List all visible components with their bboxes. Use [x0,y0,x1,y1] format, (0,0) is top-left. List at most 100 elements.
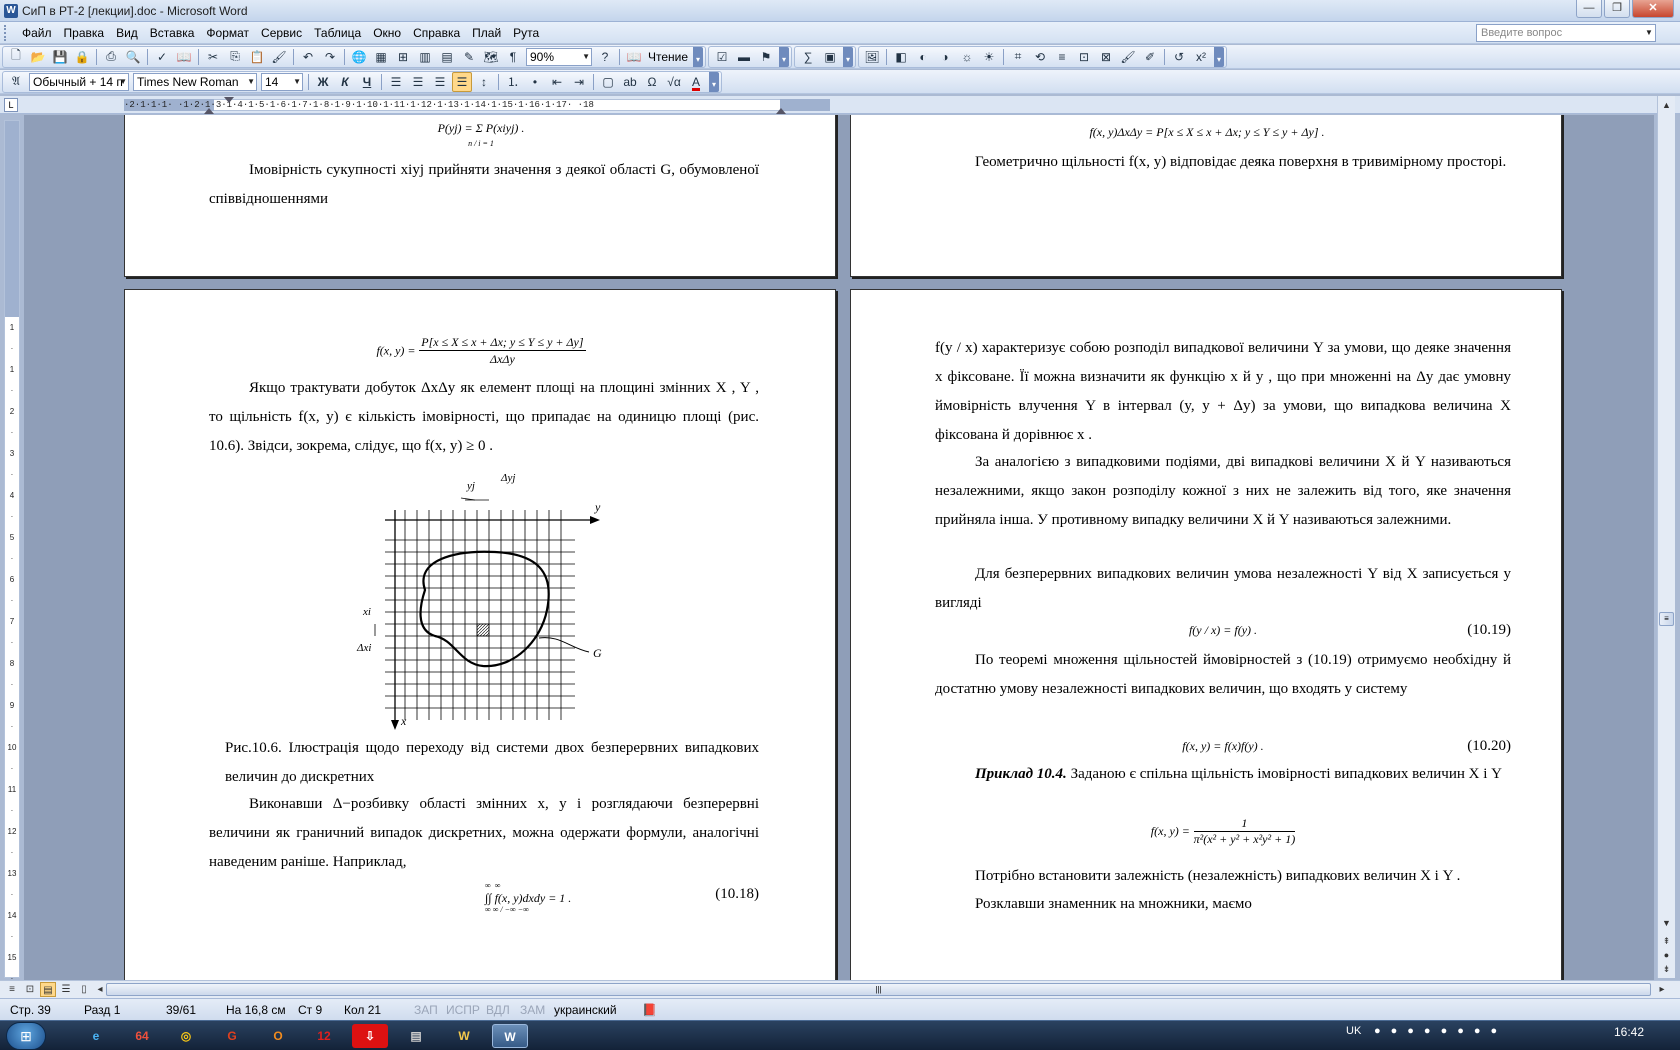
spelling-status-icon[interactable]: 📕 [642,1003,657,1017]
flag-icon[interactable]: ⚑ [756,47,776,67]
format-painter-icon[interactable]: 🖌 [269,47,289,67]
less-brightness-icon[interactable]: ☀ [979,47,999,67]
toolbar-options-chevron[interactable]: ▾ [693,46,704,67]
checklist-icon[interactable]: ☑ [712,47,732,67]
more-brightness-icon[interactable]: ☼ [957,47,977,67]
toolbar-options-chevron[interactable]: ▾ [709,71,719,92]
opera-icon[interactable]: 12 [306,1024,342,1048]
drawing-icon[interactable]: ✎ [459,47,479,67]
spelling-icon[interactable]: ✓ [152,47,172,67]
crop-icon[interactable]: ⌗ [1008,47,1028,67]
vertical-scrollbar[interactable]: ▲ ≡ ▼ ⇞ ● ⇟ [1657,96,1675,978]
equation-icon[interactable]: √α [664,72,684,92]
menu-tools[interactable]: Сервис [255,23,308,43]
increase-indent-icon[interactable]: ⇥ [569,72,589,92]
font-select[interactable]: Times New Roman ▼ [133,72,257,91]
document-area[interactable]: P(yj) = Σ P(xiyj) . n / i = 1 Імовірніст… [24,115,1654,980]
line-spacing-icon[interactable]: ↕ [474,72,494,92]
toolbar-options-chevron[interactable]: ▾ [843,46,854,67]
font-size-select[interactable]: 14 ▼ [261,72,303,91]
previous-page-icon[interactable]: ⇞ [1659,934,1674,949]
align-right-icon[interactable]: ☰ [430,72,450,92]
align-left-icon[interactable]: ☰ [386,72,406,92]
columns-icon[interactable]: ▤ [437,47,457,67]
scroll-right-icon[interactable]: ▸ [1654,982,1670,997]
right-indent-marker[interactable] [776,108,786,114]
borders-icon[interactable]: ▢ [598,72,618,92]
left-indent-marker[interactable] [204,108,214,114]
format-picture-icon[interactable]: 🖌 [1118,47,1138,67]
help-search-input[interactable]: Введите вопрос ▼ [1476,24,1656,42]
copy-icon[interactable]: ⎘ [225,47,245,67]
symbol-omega-icon[interactable]: Ω [642,72,662,92]
menu-insert[interactable]: Вставка [144,23,201,43]
horizontal-scroll-thumb[interactable]: ||| [106,983,1651,996]
normal-view-icon[interactable]: ≡ [4,982,20,997]
insert-picture-icon[interactable]: 🖼 [862,47,882,67]
toolbar-options-chevron[interactable]: ▾ [779,46,790,67]
tables-borders-icon[interactable]: ▦ [371,47,391,67]
align-center-icon[interactable]: ☰ [408,72,428,92]
print-icon[interactable]: ⎙ [101,47,121,67]
internet-explorer-icon[interactable]: e [78,1024,114,1048]
media-player-icon[interactable]: ◎ [168,1024,204,1048]
outline-view-icon[interactable]: ☰ [58,982,74,997]
image-control-icon[interactable]: ◧ [891,47,911,67]
decrease-indent-icon[interactable]: ⇤ [547,72,567,92]
menu-ruta[interactable]: Рута [507,23,545,43]
show-hide-icon[interactable]: ¶ [503,47,523,67]
print-layout-view-icon[interactable]: ▤ [40,982,56,997]
start-button[interactable]: ⊞ [6,1022,46,1050]
open-folder-icon[interactable]: 📂 [28,47,48,67]
bold-button[interactable]: Ж [313,72,333,92]
save-icon[interactable]: 💾 [50,47,70,67]
formula-editor-icon[interactable]: ∑ [798,47,818,67]
browse-object-icon[interactable]: ● [1659,948,1674,963]
status-record-macro[interactable]: ЗАП [414,1003,438,1017]
zoom-select[interactable]: 90% ▼ [526,47,592,66]
insert-table-icon[interactable]: ⊞ [393,47,413,67]
reading-view-icon[interactable]: ▯ [76,982,92,997]
menu-table[interactable]: Таблица [308,23,367,43]
menu-file[interactable]: Файл [16,23,58,43]
web-view-icon[interactable]: ⊡ [22,982,38,997]
superscript-icon[interactable]: x² [1191,47,1211,67]
close-button[interactable]: ✕ [1632,0,1674,18]
bullets-icon[interactable]: • [525,72,545,92]
explorer-folder-icon[interactable]: W [446,1024,482,1048]
more-contrast-icon[interactable]: ◐ [913,47,933,67]
research-icon[interactable]: 📖 [174,47,194,67]
ole-object-icon[interactable]: ▣ [820,47,840,67]
status-track-changes[interactable]: ИСПР [446,1003,480,1017]
reading-label[interactable]: Чтение [645,50,691,64]
rotate-icon[interactable]: ⟲ [1030,47,1050,67]
restore-button[interactable]: ❐ [1604,0,1630,18]
media-app-icon[interactable]: G [214,1024,250,1048]
style-select[interactable]: Обычный + 14 п ▼ [29,72,129,91]
less-contrast-icon[interactable]: ◑ [935,47,955,67]
status-extend[interactable]: ВДЛ [486,1003,510,1017]
paste-icon[interactable]: 📋 [247,47,267,67]
menu-plai[interactable]: Плай [466,23,507,43]
menu-edit[interactable]: Правка [58,23,111,43]
app-64-icon[interactable]: 64 [124,1024,160,1048]
app-12-icon[interactable]: ⇩ [352,1024,388,1048]
chrome-icon[interactable]: O [260,1024,296,1048]
vertical-scroll-thumb[interactable]: ≡ [1659,612,1674,626]
italic-button[interactable]: К [335,72,355,92]
cut-icon[interactable]: ✂ [203,47,223,67]
word-taskbar-icon[interactable]: W [492,1024,528,1048]
font-color-icon[interactable]: A [686,72,706,92]
scroll-up-icon[interactable]: ▲ [1659,98,1674,113]
next-page-icon[interactable]: ⇟ [1659,962,1674,977]
set-transparent-icon[interactable]: ✐ [1140,47,1160,67]
reading-layout-icon[interactable]: 📖 [624,47,644,67]
chevron-down-icon[interactable]: ▼ [1643,25,1655,41]
download-icon[interactable]: ▤ [398,1024,434,1048]
minimize-button[interactable]: — [1576,0,1602,18]
highlight-icon[interactable]: ab [620,72,640,92]
print-preview-icon[interactable]: 🔍 [123,47,143,67]
word-app-icon[interactable]: W [4,3,18,18]
styles-formatting-icon[interactable]: 𝔄 [6,72,26,92]
tray-language[interactable]: UK [1346,1025,1361,1037]
